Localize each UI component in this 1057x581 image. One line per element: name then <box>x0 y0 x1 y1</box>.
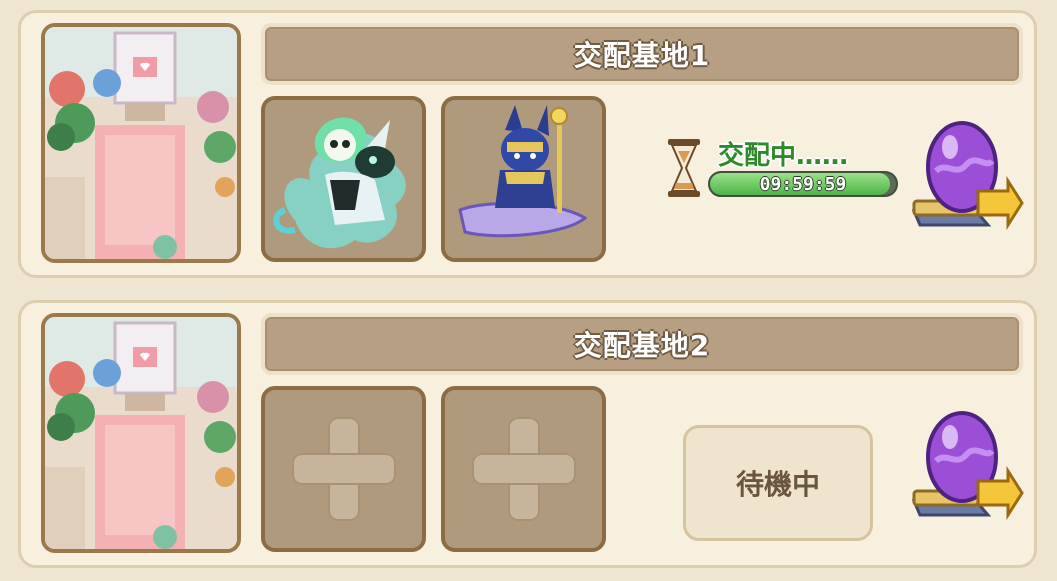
breeding-base-card-2: 交配基地2 待機中 <box>18 300 1037 568</box>
breeding-timer: 09:59:59 <box>759 173 847 195</box>
egg-reward-icon[interactable] <box>906 411 1024 523</box>
breeding-status: 交配中…… 09:59:59 <box>666 131 906 211</box>
plus-icon <box>291 417 396 521</box>
breeding-progress-bar: 09:59:59 <box>708 171 898 197</box>
hourglass-icon <box>668 139 700 197</box>
empty-pet-slot-2[interactable] <box>441 386 606 552</box>
pet-slot-1[interactable] <box>261 96 426 262</box>
green-ghost-rider-pet-icon <box>273 117 406 249</box>
empty-pet-slot-1[interactable] <box>261 386 426 552</box>
base-room-thumbnail[interactable] <box>41 23 241 263</box>
plus-icon <box>471 417 576 521</box>
breeding-base-card-1: 交配基地1 交配中…… 09:59:59 <box>18 10 1037 278</box>
base-title: 交配基地2 <box>261 313 1023 375</box>
base-title: 交配基地1 <box>261 23 1023 85</box>
anubis-carpet-pet-icon <box>458 105 588 238</box>
base-room-thumbnail[interactable] <box>41 313 241 553</box>
egg-reward-icon[interactable] <box>906 121 1024 233</box>
idle-status-button[interactable]: 待機中 <box>683 425 873 541</box>
breeding-status-label: 交配中…… <box>718 141 849 171</box>
pet-slot-2[interactable] <box>441 96 606 262</box>
